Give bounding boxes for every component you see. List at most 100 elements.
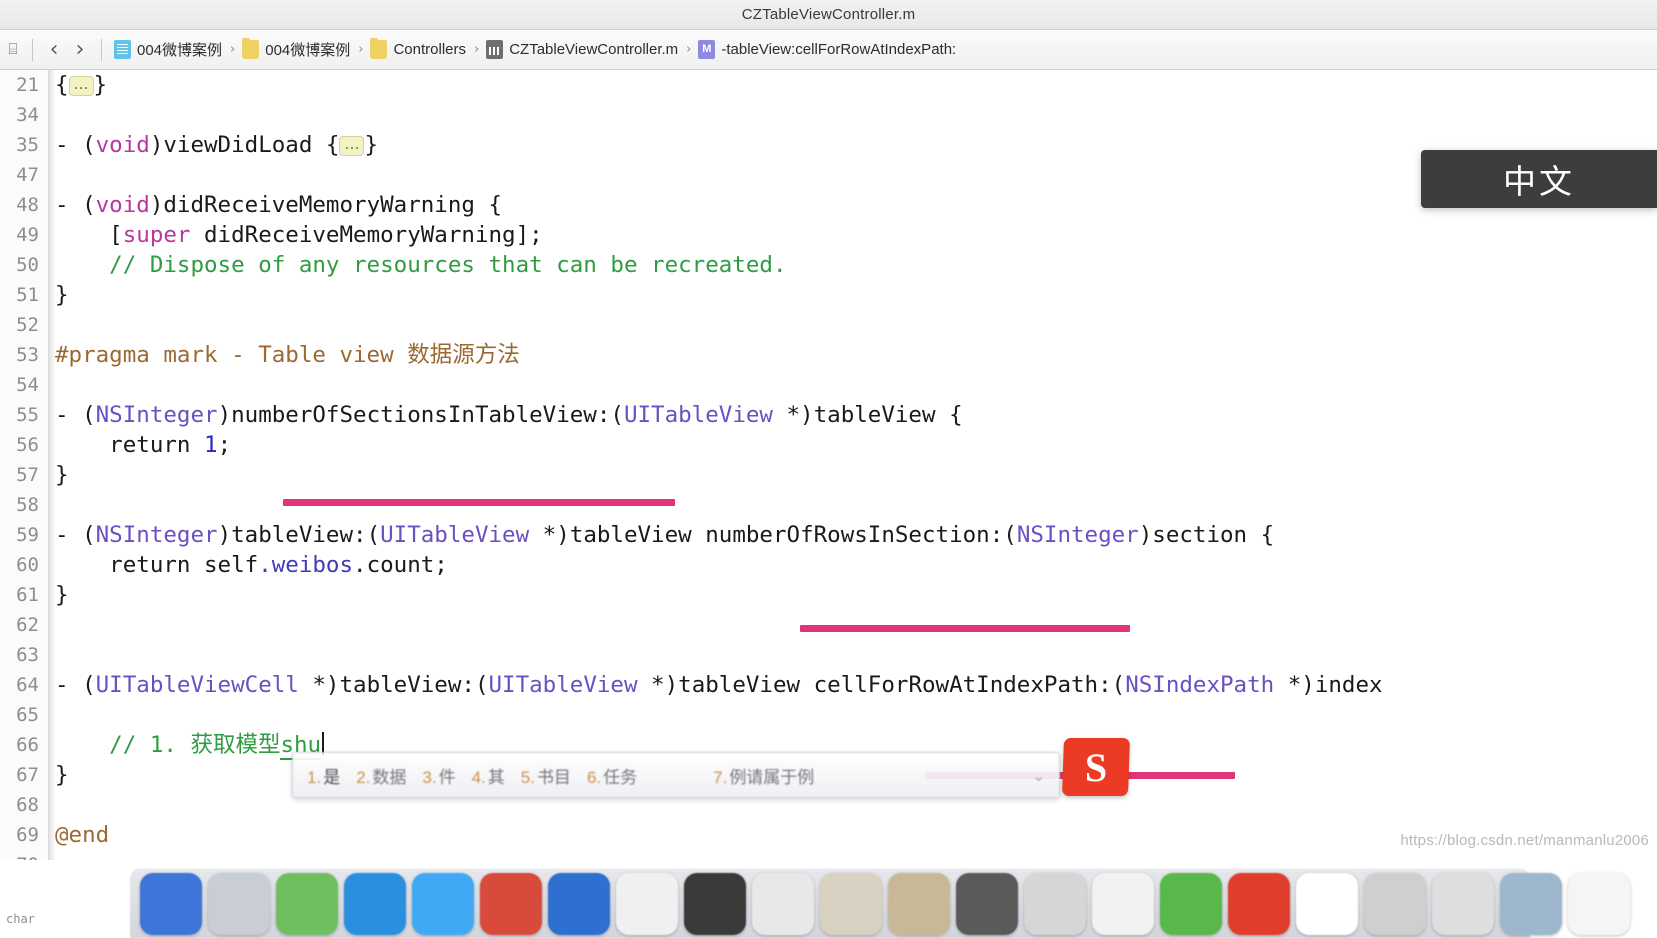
ime-candidate-text: 数据 xyxy=(372,767,407,787)
macos-dock[interactable] xyxy=(130,868,1630,938)
dock-icon-21[interactable] xyxy=(1568,873,1630,935)
line-number[interactable]: 51 xyxy=(0,280,48,310)
ime-candidate-7[interactable]: 7. 例请属于例 xyxy=(713,763,814,788)
line-number[interactable]: 59 xyxy=(0,520,48,550)
dock-icon-1[interactable] xyxy=(208,873,270,935)
dock-icon-4[interactable] xyxy=(412,873,474,935)
code-token: - ( xyxy=(55,402,96,428)
code-line[interactable]: - (NSInteger)tableView:(UITableView *)ta… xyxy=(55,520,1274,550)
ime-candidate-2[interactable]: 2. 数据 xyxy=(356,763,406,788)
code-line[interactable]: // Dispose of any resources that can be … xyxy=(55,250,786,280)
dock-icon-13[interactable] xyxy=(1024,873,1086,935)
related-items-icon[interactable]: ⌸ xyxy=(2,37,24,63)
line-number[interactable]: 65 xyxy=(0,700,48,730)
code-token: )tableView:( xyxy=(217,522,381,548)
code-line[interactable]: } xyxy=(55,760,69,790)
code-line[interactable]: return 1; xyxy=(55,430,231,460)
code-line[interactable]: - (void)didReceiveMemoryWarning { xyxy=(55,190,502,220)
line-number[interactable]: 50 xyxy=(0,250,48,280)
line-number-gutter[interactable]: 21▸3435▸47484950515253545556575859606162… xyxy=(0,70,55,860)
breadcrumb-item-4[interactable]: M -tableView:cellForRowAtIndexPath: xyxy=(698,40,956,59)
code-token: UITableView xyxy=(488,672,638,698)
code-line[interactable]: @end xyxy=(55,820,109,850)
forward-arrow-icon[interactable]: › xyxy=(67,36,93,64)
code-editor[interactable]: 21▸3435▸47484950515253545556575859606162… xyxy=(0,70,1657,860)
dock-icon-8[interactable] xyxy=(684,873,746,935)
back-arrow-icon[interactable]: ‹ xyxy=(41,36,67,64)
line-number[interactable]: 70 xyxy=(0,850,48,860)
ime-candidate-window[interactable]: 1. 是 2. 数据 3. 件 4. 其 5. 书目 6. 任务 7. 例请属于例 ⌄ xyxy=(292,752,1060,798)
code-token: *)index xyxy=(1274,672,1383,698)
line-number[interactable]: 69 xyxy=(0,820,48,850)
code-content[interactable]: {…} - (void)viewDidLoad {…} - (void)didRec… xyxy=(55,70,1657,860)
line-number[interactable]: 58 xyxy=(0,490,48,520)
line-number[interactable]: 60 xyxy=(0,550,48,580)
line-number[interactable]: 21 xyxy=(0,70,48,100)
line-number[interactable]: 34 xyxy=(0,100,48,130)
line-number[interactable]: 66 xyxy=(0,730,48,760)
dock-icon-14[interactable] xyxy=(1092,873,1154,935)
breadcrumb-item-0[interactable]: 004微博案例 xyxy=(114,39,222,60)
line-number[interactable]: 47 xyxy=(0,160,48,190)
dock-icon-12[interactable] xyxy=(956,873,1018,935)
dock-icon-18[interactable] xyxy=(1364,873,1426,935)
dock-icon-20[interactable] xyxy=(1500,873,1562,935)
input-language-badge: 中文 xyxy=(1421,150,1657,208)
line-number[interactable]: 52 xyxy=(0,310,48,340)
dock-icon-3[interactable] xyxy=(344,873,406,935)
code-line[interactable]: } xyxy=(55,280,69,310)
code-token: } xyxy=(364,132,379,158)
line-number[interactable]: 48 xyxy=(0,190,48,220)
ime-page-chevron-icon[interactable]: ⌄ xyxy=(1032,767,1045,785)
dock-icon-19[interactable] xyxy=(1432,873,1494,935)
ime-candidate-6[interactable]: 6. 任务 xyxy=(587,763,637,788)
dock-icon-0[interactable] xyxy=(140,873,202,935)
code-line[interactable]: #pragma mark - Table view 数据源方法 xyxy=(55,340,520,370)
code-line[interactable]: [super didReceiveMemoryWarning]; xyxy=(55,220,543,250)
line-number[interactable]: 49 xyxy=(0,220,48,250)
line-number[interactable]: 62 xyxy=(0,610,48,640)
code-line[interactable]: - (UITableViewCell *)tableView:(UITableV… xyxy=(55,670,1383,700)
dock-icon-16[interactable] xyxy=(1228,873,1290,935)
m-file-icon xyxy=(486,40,504,59)
breadcrumb[interactable]: ⌸ ‹ › 004微博案例 › 004微博案例 › Controllers › CZTabl… xyxy=(0,30,1657,70)
breadcrumb-item-2[interactable]: Controllers xyxy=(370,38,466,59)
code-line[interactable]: - (NSInteger)numberOfSectionsInTableView… xyxy=(55,400,963,430)
line-number[interactable]: 55 xyxy=(0,400,48,430)
line-number[interactable]: 63 xyxy=(0,640,48,670)
ime-candidate-3[interactable]: 3. 件 xyxy=(422,763,455,788)
line-number[interactable]: 53 xyxy=(0,340,48,370)
dock-icon-17[interactable] xyxy=(1296,873,1358,935)
sogou-logo-letter: S xyxy=(1084,744,1108,790)
breadcrumb-item-1[interactable]: 004微博案例 xyxy=(242,38,350,60)
code-line[interactable]: - (void)viewDidLoad {…} xyxy=(55,130,378,160)
line-number[interactable]: 67 xyxy=(0,760,48,790)
code-line[interactable]: } xyxy=(55,460,69,490)
dock-icon-2[interactable] xyxy=(276,873,338,935)
line-number[interactable]: 56 xyxy=(0,430,48,460)
code-line[interactable]: {…} xyxy=(55,70,107,100)
line-number[interactable]: 35 xyxy=(0,130,48,160)
code-line[interactable]: // 1. 获取模型shu xyxy=(55,730,325,760)
ime-candidate-4[interactable]: 4. 其 xyxy=(472,763,505,788)
divider xyxy=(32,38,33,61)
breadcrumb-item-3[interactable]: CZTableViewController.m xyxy=(486,40,678,59)
dock-icon-9[interactable] xyxy=(752,873,814,935)
dock-icon-10[interactable] xyxy=(820,873,882,935)
line-number[interactable]: 54 xyxy=(0,370,48,400)
dock-icon-11[interactable] xyxy=(888,873,950,935)
dock-icon-15[interactable] xyxy=(1160,873,1222,935)
line-number[interactable]: 61 xyxy=(0,580,48,610)
line-number[interactable]: 64 xyxy=(0,670,48,700)
line-number[interactable]: 68 xyxy=(0,790,48,820)
code-token: } xyxy=(55,582,69,608)
ime-candidate-list[interactable]: 1. 是 2. 数据 3. 件 4. 其 5. 书目 6. 任务 7. 例请属于例 xyxy=(293,763,814,788)
dock-icon-7[interactable] xyxy=(616,873,678,935)
dock-icon-6[interactable] xyxy=(548,873,610,935)
code-line[interactable]: return self.weibos.count; xyxy=(55,550,448,580)
dock-icon-5[interactable] xyxy=(480,873,542,935)
code-line[interactable]: } xyxy=(55,580,69,610)
line-number[interactable]: 57 xyxy=(0,460,48,490)
ime-candidate-1[interactable]: 1. 是 xyxy=(307,763,340,788)
ime-candidate-5[interactable]: 5. 书目 xyxy=(521,763,571,788)
